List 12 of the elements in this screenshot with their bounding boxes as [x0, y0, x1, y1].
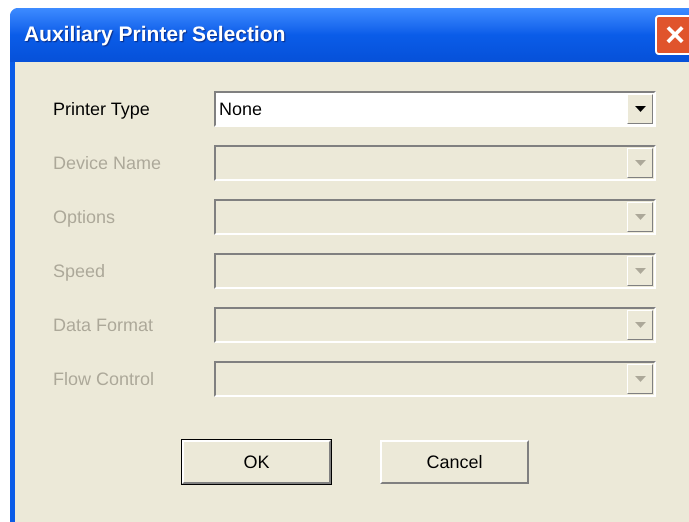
dropdown[interactable]: None	[214, 91, 656, 127]
dropdown-value: None	[218, 98, 262, 120]
close-button[interactable]: ×	[655, 15, 689, 55]
field-label: Device Name	[53, 152, 162, 174]
field-label: Flow Control	[53, 368, 156, 390]
window-title: Auxiliary Printer Selection	[24, 22, 286, 48]
dialog-button[interactable]: Cancel	[380, 440, 529, 484]
field-label: Data Format	[53, 314, 154, 336]
field-label: Options	[53, 206, 116, 229]
dialog-button[interactable]: OK	[182, 440, 331, 484]
field-label: Speed	[53, 260, 106, 283]
field-label: Printer Type	[53, 98, 151, 121]
